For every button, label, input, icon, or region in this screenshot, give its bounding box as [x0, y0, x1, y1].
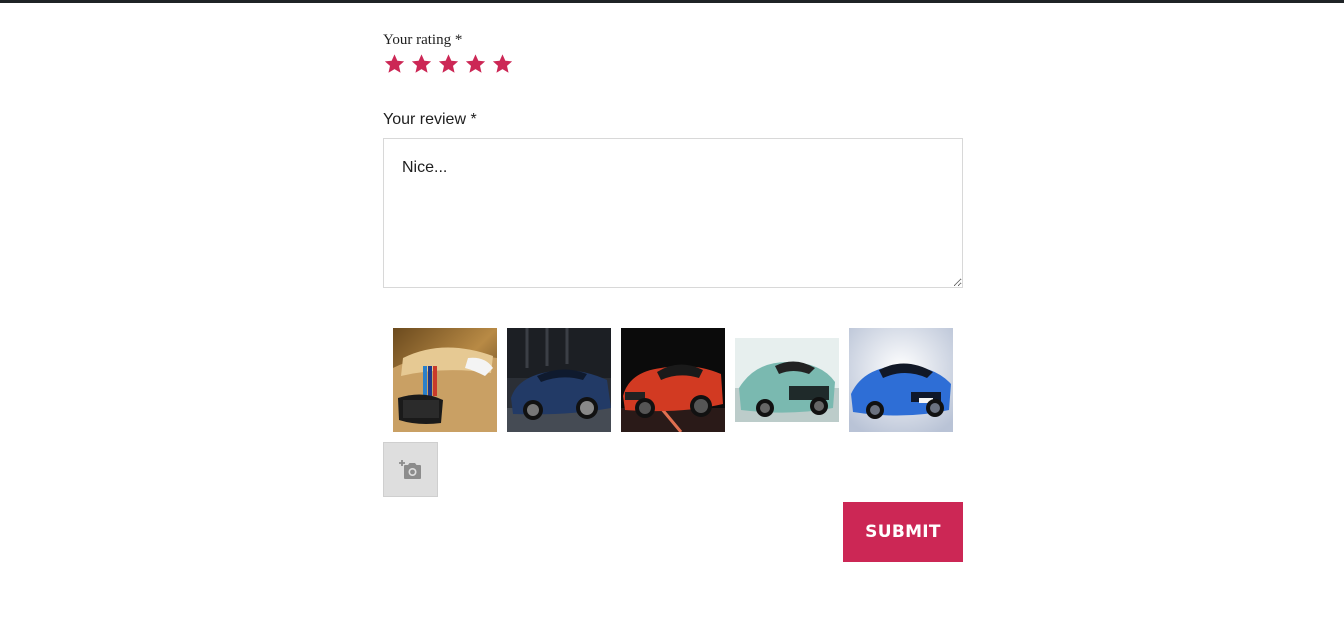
rating-label: Your rating * — [383, 32, 463, 48]
star-icon-5[interactable] — [491, 53, 514, 75]
review-label: Your review * — [383, 111, 477, 128]
review-textarea[interactable]: Nice... — [383, 138, 963, 288]
review-image-2[interactable] — [507, 328, 611, 432]
review-image-3[interactable] — [621, 328, 725, 432]
star-rating[interactable] — [383, 53, 514, 75]
review-image-1[interactable] — [393, 328, 497, 432]
star-icon-1[interactable] — [383, 53, 406, 75]
add-photo-button[interactable] — [383, 442, 438, 497]
review-image-5[interactable] — [849, 328, 953, 432]
star-icon-4[interactable] — [464, 53, 487, 75]
review-image-4[interactable] — [735, 328, 839, 432]
uploaded-images — [393, 328, 953, 432]
submit-button[interactable]: Submit — [843, 502, 963, 562]
review-form: Your rating * Your review * Nice... SUBM… — [383, 0, 963, 624]
camera-plus-icon — [398, 459, 421, 479]
star-icon-3[interactable] — [437, 53, 460, 75]
star-icon-2[interactable] — [410, 53, 433, 75]
